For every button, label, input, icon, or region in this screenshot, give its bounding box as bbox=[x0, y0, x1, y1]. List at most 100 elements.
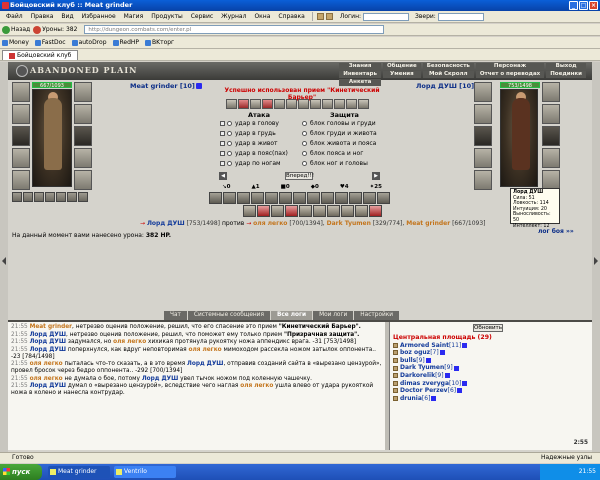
spell-slot[interactable] bbox=[376, 192, 390, 204]
battle-log-link[interactable]: лог боя »» bbox=[538, 228, 574, 235]
helmet-icon[interactable] bbox=[316, 13, 324, 20]
shield-slot[interactable] bbox=[542, 126, 560, 146]
technique-slot[interactable] bbox=[297, 99, 309, 109]
belt-slot[interactable] bbox=[474, 170, 492, 190]
right-player-nick[interactable]: Лорд ДУШ [10] bbox=[416, 82, 482, 90]
spell-slot[interactable] bbox=[208, 192, 222, 204]
technique-slot[interactable] bbox=[249, 99, 261, 109]
link-redhp[interactable]: RedHP bbox=[112, 39, 139, 46]
menu-service[interactable]: Сервис bbox=[187, 13, 217, 20]
user-list-item[interactable]: Darkorelik [9] bbox=[393, 372, 589, 380]
chat-author[interactable]: Лорд ДУШ bbox=[30, 339, 66, 345]
chat-author[interactable]: оля легко bbox=[30, 361, 63, 367]
item-slot[interactable] bbox=[284, 205, 298, 217]
menu-edit[interactable]: Правка bbox=[27, 13, 58, 20]
shield-slot[interactable] bbox=[74, 126, 92, 146]
earring-slot[interactable] bbox=[542, 82, 560, 102]
belt-slot[interactable] bbox=[12, 170, 30, 190]
chat-target[interactable]: Лорд ДУШ bbox=[142, 376, 178, 382]
spell-slot[interactable] bbox=[306, 192, 320, 204]
link-fastdoc[interactable]: FastDoc bbox=[34, 39, 66, 46]
info-icon[interactable] bbox=[462, 380, 468, 386]
item-slot[interactable] bbox=[326, 205, 340, 217]
spell-slot[interactable] bbox=[348, 192, 362, 204]
menu-communication[interactable]: Общение bbox=[382, 63, 421, 70]
gloves-slot[interactable] bbox=[542, 104, 560, 124]
info-icon[interactable] bbox=[453, 365, 459, 371]
technique-slot[interactable] bbox=[309, 99, 321, 109]
menu-windows[interactable]: Окна bbox=[250, 13, 274, 20]
belt-item[interactable] bbox=[67, 192, 77, 202]
item-slot[interactable] bbox=[256, 205, 270, 217]
attack-option-legs[interactable]: удар по ногам bbox=[220, 160, 281, 167]
beasts-field[interactable] bbox=[437, 12, 484, 21]
address-bar[interactable]: http://dungeon.combats.com/enter.pl bbox=[84, 25, 385, 34]
attack-option-head[interactable]: удар в голову bbox=[220, 120, 279, 127]
technique-slot[interactable] bbox=[333, 99, 345, 109]
weapon-slot[interactable] bbox=[12, 126, 30, 146]
item-slot[interactable] bbox=[298, 205, 312, 217]
damage-counter[interactable]: Уроны: 382 bbox=[33, 25, 77, 34]
spell-slot[interactable] bbox=[222, 192, 236, 204]
user-list-item[interactable]: Dark Tyumen [9] bbox=[393, 364, 589, 372]
back-button[interactable]: Назад bbox=[2, 25, 30, 34]
spell-slot[interactable] bbox=[236, 192, 250, 204]
tab-system-messages[interactable]: Системные сообщения bbox=[187, 311, 270, 320]
chat-author[interactable]: оля легко bbox=[30, 376, 63, 382]
item-slot[interactable] bbox=[270, 205, 284, 217]
tab-my-logs[interactable]: Мои логи bbox=[313, 311, 354, 320]
login-field[interactable] bbox=[363, 12, 410, 21]
menu-duels[interactable]: Поединки bbox=[546, 71, 586, 78]
link-money[interactable]: Money bbox=[2, 39, 29, 46]
info-icon[interactable] bbox=[439, 350, 445, 356]
defense-option-stomach-belt[interactable]: блок живота и пояса bbox=[302, 140, 376, 147]
attack-option-groin[interactable]: удар в пояс(пах) bbox=[220, 150, 288, 157]
refresh-button[interactable]: Обновить bbox=[473, 324, 503, 332]
fighter-name[interactable]: Лорд ДУШ bbox=[147, 220, 185, 227]
chat-target[interactable]: оля легко bbox=[113, 339, 146, 345]
maximize-button[interactable]: □ bbox=[579, 1, 588, 10]
technique-slot[interactable] bbox=[261, 99, 273, 109]
belt-item[interactable] bbox=[23, 192, 33, 202]
left-player-nick[interactable]: Meat grinder [10] bbox=[130, 82, 202, 90]
technique-slot[interactable] bbox=[357, 99, 369, 109]
helmet-slot[interactable] bbox=[474, 82, 492, 102]
defense-option-chest-stomach[interactable]: блок груди и живота bbox=[302, 130, 377, 137]
spell-slot[interactable] bbox=[362, 192, 376, 204]
info-icon[interactable] bbox=[431, 396, 437, 402]
boots-slot[interactable] bbox=[542, 170, 560, 190]
menu-knowledge[interactable]: Знания bbox=[339, 63, 381, 70]
spell-slot[interactable] bbox=[264, 192, 278, 204]
item-slot[interactable] bbox=[312, 205, 326, 217]
earring-slot[interactable] bbox=[74, 82, 92, 102]
fighter-name[interactable]: Meat grinder bbox=[406, 220, 450, 227]
belt-item[interactable] bbox=[12, 192, 22, 202]
menu-transfer-report[interactable]: Отчет о переводах bbox=[475, 71, 545, 78]
tab-settings[interactable]: Настройки bbox=[354, 311, 400, 320]
menu-skills[interactable]: Умения bbox=[382, 71, 421, 78]
tray-clock[interactable]: 21:55 bbox=[579, 468, 596, 475]
technique-slot[interactable] bbox=[225, 99, 237, 109]
menu-profile[interactable]: Анкета bbox=[339, 79, 381, 86]
info-icon[interactable] bbox=[457, 388, 463, 394]
prev-arrow-button[interactable]: ◀ bbox=[219, 172, 227, 180]
user-list-item[interactable]: drunia [6] bbox=[393, 395, 589, 403]
menu-exit[interactable]: Выход bbox=[546, 63, 586, 70]
fighter-name[interactable]: Dark Tyumen bbox=[327, 220, 371, 227]
armor-slot[interactable] bbox=[12, 148, 30, 168]
belt-item[interactable] bbox=[78, 192, 88, 202]
minimize-button[interactable]: _ bbox=[569, 1, 578, 10]
defense-option-legs-head[interactable]: блок ног и головы bbox=[302, 160, 368, 167]
info-icon[interactable] bbox=[462, 342, 468, 348]
tab-all-logs[interactable]: Все логи bbox=[270, 311, 313, 320]
menu-view[interactable]: Вид bbox=[57, 13, 77, 20]
spell-slot[interactable] bbox=[250, 192, 264, 204]
amulet-slot[interactable] bbox=[12, 104, 30, 124]
armor-slot[interactable] bbox=[474, 148, 492, 168]
technique-slot[interactable] bbox=[285, 99, 297, 109]
menu-file[interactable]: Файл bbox=[2, 13, 27, 20]
boots-slot[interactable] bbox=[74, 170, 92, 190]
chat-author[interactable]: Лорд ДУШ bbox=[30, 332, 66, 338]
task-meat-grinder[interactable]: Meat grinder bbox=[48, 466, 110, 478]
forward-button[interactable]: Вперед!!! bbox=[285, 172, 314, 180]
